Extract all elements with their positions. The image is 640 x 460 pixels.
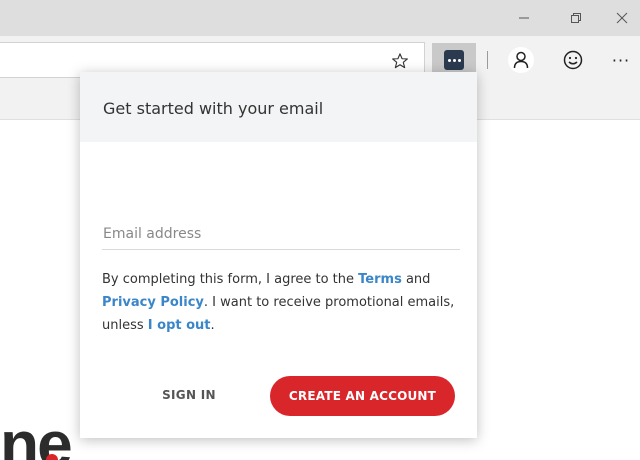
- terms-link[interactable]: Terms: [358, 272, 402, 287]
- popup-title: Get started with your email: [103, 99, 324, 118]
- restore-icon: [571, 13, 581, 23]
- restore-button[interactable]: [552, 0, 600, 36]
- profile-button[interactable]: [506, 45, 536, 75]
- toolbar-separator: [487, 51, 488, 69]
- consent-text: By completing this form, I agree to the …: [102, 268, 462, 337]
- page-heading-fragment: ne: [0, 408, 73, 460]
- minimize-icon: [519, 17, 529, 19]
- consent-text-part: and: [401, 272, 431, 287]
- consent-text-part: .: [210, 318, 215, 333]
- smiley-icon: [563, 50, 583, 70]
- avatar: [508, 47, 534, 73]
- feedback-button[interactable]: [559, 47, 587, 73]
- more-button[interactable]: ···: [606, 47, 636, 73]
- popup-header: Get started with your email: [80, 72, 477, 142]
- person-icon: [513, 51, 529, 69]
- close-button[interactable]: [598, 0, 640, 36]
- privacy-policy-link[interactable]: Privacy Policy: [102, 295, 204, 310]
- favorite-button[interactable]: [386, 50, 414, 72]
- password-manager-icon: [444, 50, 464, 70]
- page-accent-dot: [46, 454, 58, 460]
- close-icon: [616, 12, 628, 24]
- signup-popup: Get started with your email By completin…: [80, 72, 477, 438]
- email-input[interactable]: [102, 218, 460, 250]
- star-icon: [392, 53, 408, 69]
- consent-text-part: By completing this form, I agree to the: [102, 272, 359, 287]
- opt-out-link[interactable]: I opt out: [148, 318, 211, 333]
- create-account-button[interactable]: CREATE AN ACCOUNT: [270, 376, 455, 416]
- minimize-button[interactable]: [500, 0, 548, 36]
- sign-in-button[interactable]: SIGN IN: [142, 378, 236, 412]
- more-icon: ···: [611, 50, 631, 70]
